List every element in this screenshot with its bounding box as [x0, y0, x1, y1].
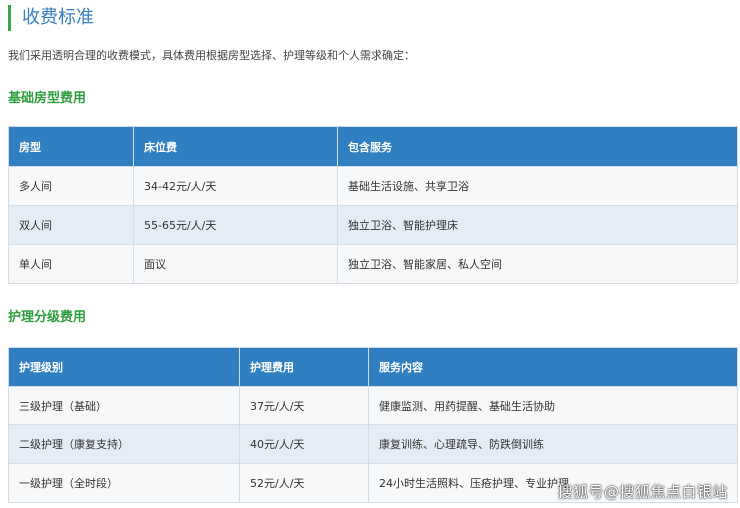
cell: 37元/人/天 — [239, 386, 369, 425]
intro-text: 我们采用透明合理的收费模式，具体费用根据房型选择、护理等级和个人需求确定： — [8, 49, 415, 62]
cell: 三级护理（基础） — [8, 386, 240, 425]
cell: 基础生活设施、共享卫浴 — [337, 166, 738, 206]
table-header-row: 房型 床位费 包含服务 — [8, 126, 738, 167]
column-header: 护理级别 — [8, 347, 240, 387]
room-fee-table: 房型 床位费 包含服务 多人间 34-42元/人/天 基础生活设施、共享卫浴 双人间… — [8, 126, 738, 284]
room-fee-heading: 基础房型费用 — [8, 91, 87, 106]
cell: 健康监测、用药提醒、基础生活协助 — [368, 386, 738, 425]
cell: 52元/人/天 — [239, 463, 369, 503]
table-row: 双人间 55-65元/人/天 独立卫浴、智能护理床 — [8, 205, 738, 245]
column-header: 房型 — [8, 126, 134, 167]
cell: 二级护理（康复支持） — [8, 424, 240, 464]
table-row: 三级护理（基础） 37元/人/天 健康监测、用药提醒、基础生活协助 — [8, 386, 738, 425]
cell: 55-65元/人/天 — [133, 205, 338, 245]
page-title: 收费标准 — [8, 5, 94, 31]
cell: 独立卫浴、智能护理床 — [337, 205, 738, 245]
cell: 34-42元/人/天 — [133, 166, 338, 206]
cell: 独立卫浴、智能家居、私人空间 — [337, 244, 738, 284]
care-fee-heading: 护理分级费用 — [8, 310, 87, 325]
cell: 40元/人/天 — [239, 424, 369, 464]
cell: 面议 — [133, 244, 338, 284]
column-header: 护理费用 — [239, 347, 369, 387]
cell: 双人间 — [8, 205, 134, 245]
table-row: 二级护理（康复支持） 40元/人/天 康复训练、心理疏导、防跌倒训练 — [8, 424, 738, 464]
cell: 康复训练、心理疏导、防跌倒训练 — [368, 424, 738, 464]
column-header: 床位费 — [133, 126, 338, 167]
column-header: 服务内容 — [368, 347, 738, 387]
watermark: 搜狐号@搜狐焦点白银站 — [557, 483, 728, 501]
cell: 多人间 — [8, 166, 134, 206]
column-header: 包含服务 — [337, 126, 738, 167]
table-row: 单人间 面议 独立卫浴、智能家居、私人空间 — [8, 244, 738, 284]
cell: 一级护理（全时段） — [8, 463, 240, 503]
cell: 单人间 — [8, 244, 134, 284]
care-fee-table: 护理级别 护理费用 服务内容 三级护理（基础） 37元/人/天 健康监测、用药提醒、… — [8, 347, 738, 503]
table-row: 多人间 34-42元/人/天 基础生活设施、共享卫浴 — [8, 166, 738, 206]
table-header-row: 护理级别 护理费用 服务内容 — [8, 347, 738, 387]
